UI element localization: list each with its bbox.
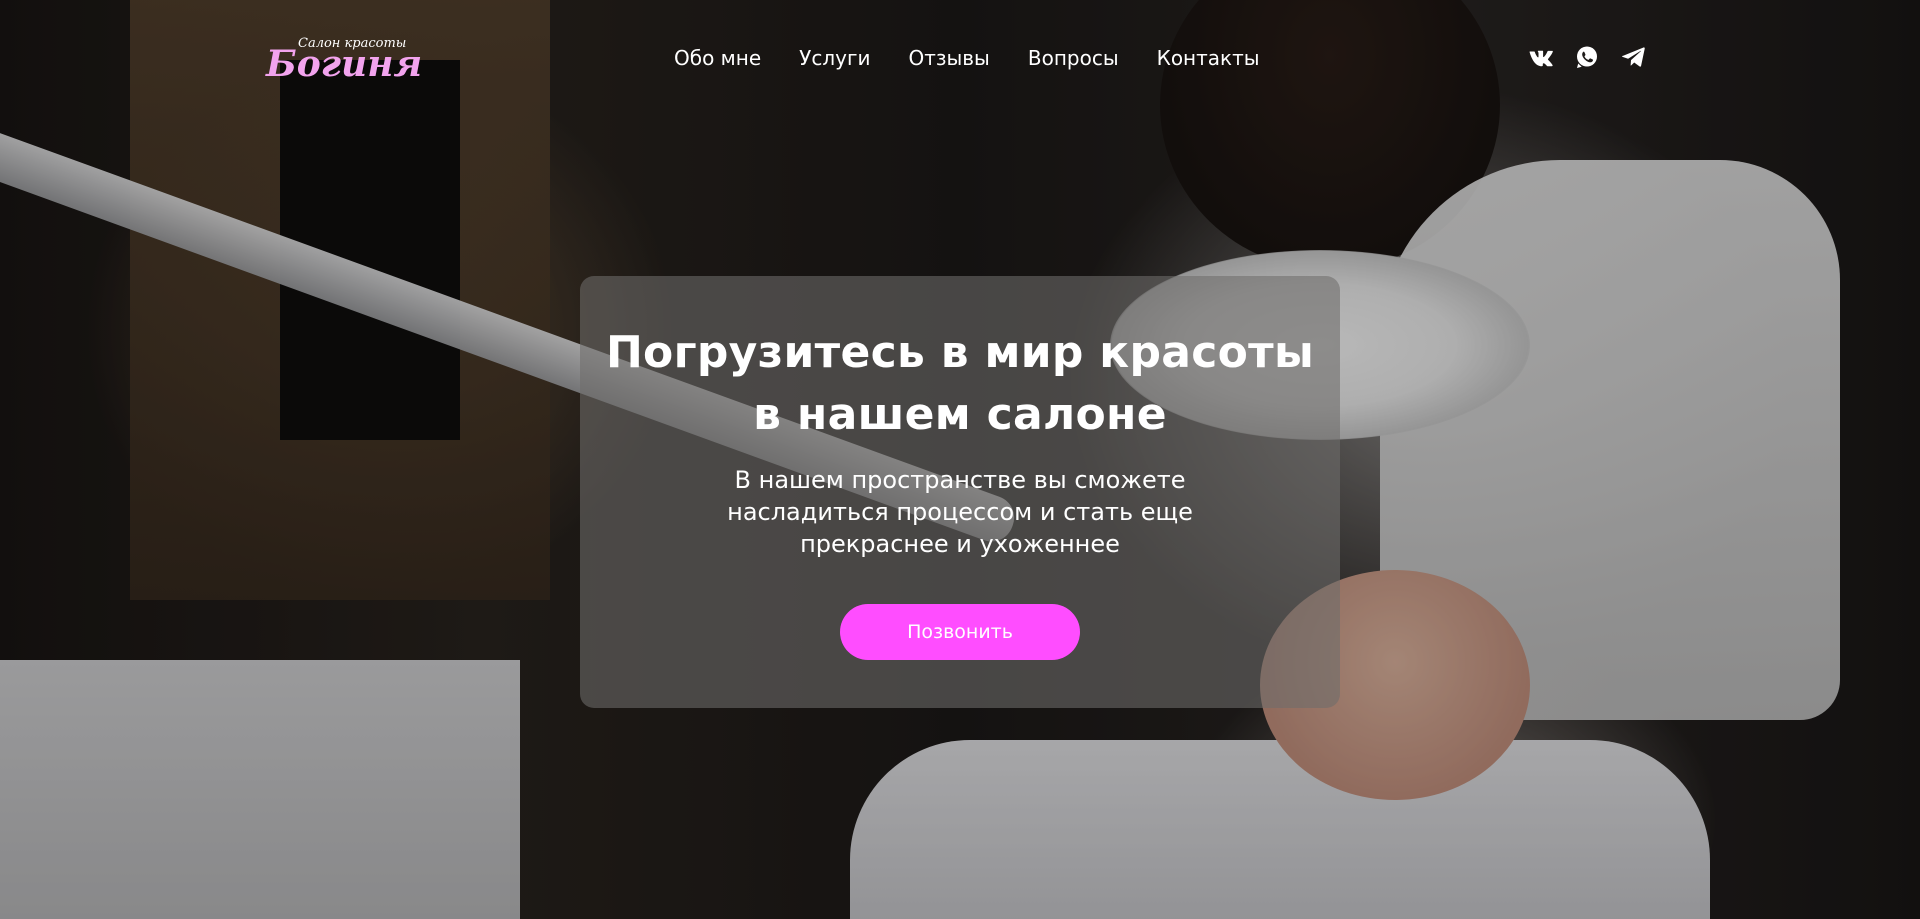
whatsapp-icon	[1577, 46, 1597, 68]
telegram-icon	[1622, 47, 1645, 67]
nav-link-services[interactable]: Услуги	[799, 44, 870, 72]
vk-icon	[1529, 50, 1553, 67]
hero-section: Салон красоты Богиня Обо мне Услуги Отзы…	[0, 0, 1920, 919]
site-header: Салон красоты Богиня Обо мне Услуги Отзы…	[0, 0, 1920, 118]
social-links	[1528, 44, 1646, 70]
whatsapp-link[interactable]	[1574, 44, 1600, 70]
nav-link-reviews[interactable]: Отзывы	[908, 44, 989, 72]
main-nav: Обо мне Услуги Отзывы Вопросы Контакты	[674, 44, 1260, 72]
nav-link-contacts[interactable]: Контакты	[1157, 44, 1260, 72]
vk-link[interactable]	[1528, 44, 1554, 70]
logo[interactable]: Салон красоты Богиня	[266, 34, 422, 86]
telegram-link[interactable]	[1620, 44, 1646, 70]
hero-subtitle: В нашем пространстве вы сможете насладит…	[727, 466, 1193, 558]
call-button[interactable]: Позвонить	[840, 604, 1080, 660]
nav-link-about[interactable]: Обо мне	[674, 44, 761, 72]
logo-wordmark: Богиня	[266, 43, 423, 85]
nav-link-faq[interactable]: Вопросы	[1028, 44, 1119, 72]
hero-card: Погрузитесь в мир красоты в нашем салоне…	[580, 276, 1340, 708]
hero-title: Погрузитесь в мир красоты в нашем салоне	[605, 327, 1315, 440]
